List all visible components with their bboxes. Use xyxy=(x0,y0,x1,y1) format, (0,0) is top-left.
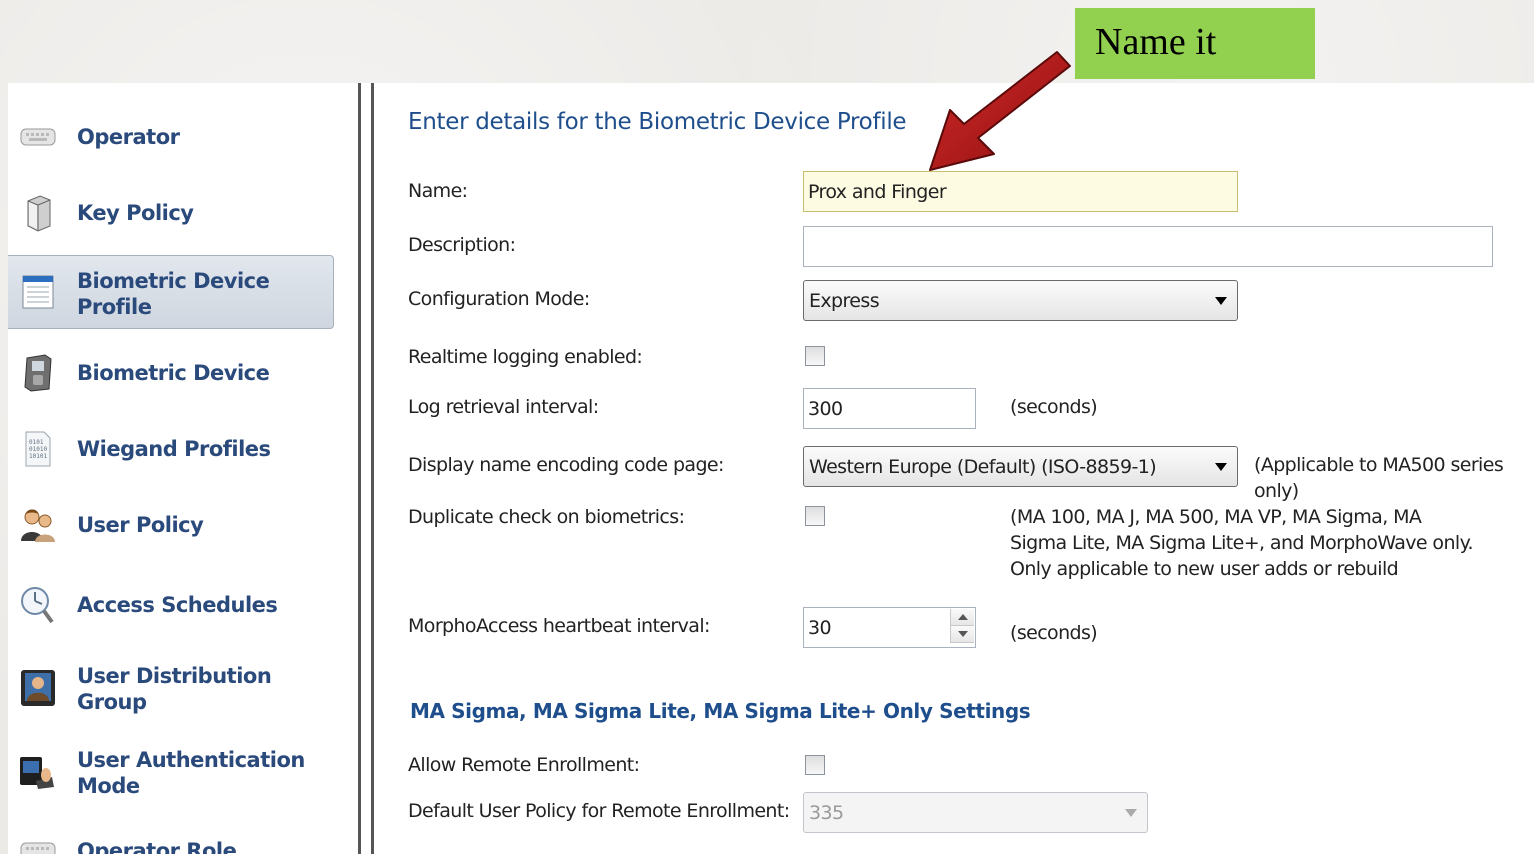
splitter-bar[interactable] xyxy=(358,83,374,854)
callout-box: Name it xyxy=(1075,8,1315,79)
log-retrieval-label: Log retrieval interval: xyxy=(408,396,599,418)
log-retrieval-unit: (seconds) xyxy=(1010,396,1098,418)
remote-enrollment-checkbox[interactable] xyxy=(805,755,825,775)
display-encoding-note: (Applicable to MA500 series only) xyxy=(1254,454,1504,502)
sidebar-item-label: Access Schedules xyxy=(77,593,278,617)
name-label: Name: xyxy=(408,180,468,202)
profile-window-icon xyxy=(18,272,58,312)
duplicate-check-checkbox[interactable] xyxy=(805,506,825,526)
sidebar: Operator Key Policy Biometric Device Prof… xyxy=(8,83,358,854)
realtime-logging-checkbox[interactable] xyxy=(805,346,825,366)
heartbeat-unit: (seconds) xyxy=(1010,622,1098,644)
keyboard-icon xyxy=(18,831,58,854)
configuration-mode-label: Configuration Mode: xyxy=(408,288,590,310)
dropdown-arrow-icon xyxy=(1215,462,1227,471)
default-user-policy-value: 335 xyxy=(809,801,844,824)
sigma-section-title: MA Sigma, MA Sigma Lite, MA Sigma Lite+ … xyxy=(410,699,1031,723)
sidebar-item-biometric-device-profile[interactable]: Biometric Device Profile xyxy=(8,255,334,329)
sidebar-item-label: Operator Role xyxy=(77,839,237,854)
heartbeat-spinner[interactable] xyxy=(950,609,974,643)
biometric-terminal-icon xyxy=(18,353,58,393)
callout-text: Name it xyxy=(1095,21,1217,63)
keyboard-icon xyxy=(18,117,58,157)
sidebar-item-label: Wiegand Profiles xyxy=(77,437,271,461)
sidebar-item-label: User Distribution Group xyxy=(77,664,272,714)
profile-form: Enter details for the Biometric Device P… xyxy=(374,83,1534,854)
dropdown-arrow-icon xyxy=(1125,808,1137,817)
sidebar-item-user-distribution-group[interactable]: User Distribution Group xyxy=(8,655,334,721)
sidebar-item-key-policy[interactable]: Key Policy xyxy=(8,185,334,241)
spin-down-icon[interactable] xyxy=(951,626,974,643)
log-retrieval-input[interactable] xyxy=(803,388,976,429)
name-input[interactable] xyxy=(803,171,1238,212)
users-icon xyxy=(18,505,58,545)
dropdown-arrow-icon xyxy=(1215,296,1227,305)
display-encoding-label: Display name encoding code page: xyxy=(408,454,724,476)
default-user-policy-label: Default User Policy for Remote Enrollmen… xyxy=(408,800,790,822)
sidebar-item-label: Key Policy xyxy=(77,201,194,225)
configuration-mode-value: Express xyxy=(809,289,880,312)
description-label: Description: xyxy=(408,234,516,256)
heartbeat-label: MorphoAccess heartbeat interval: xyxy=(408,615,710,637)
clock-search-icon xyxy=(18,585,58,625)
description-input[interactable] xyxy=(803,226,1493,267)
svg-text:10101: 10101 xyxy=(29,453,47,460)
sidebar-item-label: Biometric Device Profile xyxy=(77,269,270,319)
sidebar-item-operator[interactable]: Operator xyxy=(8,109,334,165)
application-window: Operator Key Policy Biometric Device Prof… xyxy=(8,83,1534,854)
remote-enrollment-label: Allow Remote Enrollment: xyxy=(408,754,640,776)
svg-text:01010: 01010 xyxy=(29,446,47,453)
default-user-policy-select: 335 xyxy=(803,792,1148,833)
binary-document-icon: 0101 01010 10101 xyxy=(18,429,58,469)
sidebar-item-access-schedules[interactable]: Access Schedules xyxy=(8,577,334,633)
svg-text:0101: 0101 xyxy=(29,439,44,446)
sidebar-item-wiegand-profiles[interactable]: 0101 01010 10101 Wiegand Profiles xyxy=(8,421,334,477)
duplicate-check-label: Duplicate check on biometrics: xyxy=(408,506,685,528)
sidebar-item-operator-role[interactable]: Operator Role xyxy=(8,823,334,854)
spin-up-icon[interactable] xyxy=(951,609,974,626)
realtime-logging-label: Realtime logging enabled: xyxy=(408,346,643,368)
sidebar-item-biometric-device[interactable]: Biometric Device xyxy=(8,345,334,401)
sidebar-item-label: User Authentication Mode xyxy=(77,748,305,798)
heartbeat-stepper[interactable] xyxy=(803,607,976,648)
user-portrait-icon xyxy=(18,668,58,708)
display-encoding-value: Western Europe (Default) (ISO-8859-1) xyxy=(809,455,1157,478)
sidebar-item-label: Biometric Device xyxy=(77,361,270,385)
sidebar-item-label: Operator xyxy=(77,125,180,149)
sidebar-item-label: User Policy xyxy=(77,513,204,537)
sidebar-item-user-authentication-mode[interactable]: User Authentication Mode xyxy=(8,739,334,805)
fingerprint-reader-icon xyxy=(18,752,58,792)
server-tower-icon xyxy=(18,193,58,233)
form-title: Enter details for the Biometric Device P… xyxy=(408,109,907,135)
configuration-mode-select[interactable]: Express xyxy=(803,280,1238,321)
duplicate-check-note: (MA 100, MA J, MA 500, MA VP, MA Sigma, … xyxy=(1010,506,1474,580)
display-encoding-select[interactable]: Western Europe (Default) (ISO-8859-1) xyxy=(803,446,1238,487)
sidebar-item-user-policy[interactable]: User Policy xyxy=(8,497,334,553)
